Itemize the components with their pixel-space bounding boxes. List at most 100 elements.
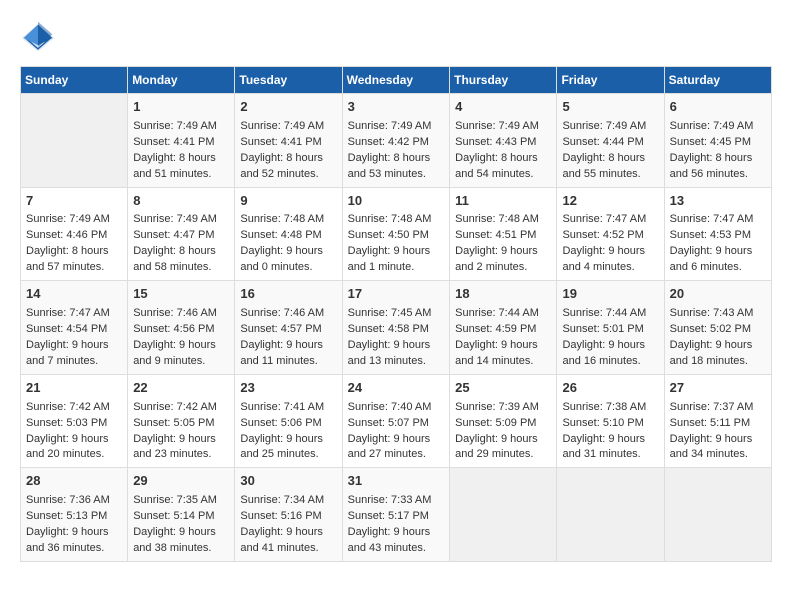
calendar-day-cell: 17Sunrise: 7:45 AMSunset: 4:58 PMDayligh… <box>342 281 450 375</box>
page-header <box>20 20 772 56</box>
sunset-text: Sunset: 4:54 PM <box>26 322 122 338</box>
day-of-week-header: Thursday <box>450 67 557 94</box>
daylight-text: Daylight: 9 hours and 23 minutes. <box>133 432 229 464</box>
calendar-day-cell: 22Sunrise: 7:42 AMSunset: 5:05 PMDayligh… <box>128 374 235 468</box>
day-number: 19 <box>562 285 658 304</box>
daylight-text: Daylight: 9 hours and 9 minutes. <box>133 338 229 370</box>
calendar-week-row: 21Sunrise: 7:42 AMSunset: 5:03 PMDayligh… <box>21 374 772 468</box>
sunset-text: Sunset: 5:11 PM <box>670 416 766 432</box>
day-number: 24 <box>348 379 445 398</box>
calendar-day-cell: 24 Sunrise: 7:40 AMSunset: 5:07 PMDayligh… <box>342 374 450 468</box>
daylight-text: Daylight: 9 hours and 16 minutes. <box>562 338 658 370</box>
day-number: 20 <box>670 285 766 304</box>
sunrise-text: Sunrise: 7:40 AM <box>348 400 445 416</box>
sunset-text: Sunset: 5:17 PM <box>348 509 445 525</box>
calendar-day-cell <box>664 468 771 562</box>
day-of-week-header: Wednesday <box>342 67 450 94</box>
calendar-day-cell: 28Sunrise: 7:36 AMSunset: 5:13 PMDayligh… <box>21 468 128 562</box>
daylight-text: Daylight: 9 hours and 11 minutes. <box>240 338 336 370</box>
sunrise-text: Sunrise: 7:43 AM <box>670 306 766 322</box>
daylight-text: Daylight: 9 hours and 13 minutes. <box>348 338 445 370</box>
sunrise-text: Sunrise: 7:42 AM <box>133 400 229 416</box>
calendar-day-cell: 19Sunrise: 7:44 AMSunset: 5:01 PMDayligh… <box>557 281 664 375</box>
sunset-text: Sunset: 4:59 PM <box>455 322 551 338</box>
daylight-text: Daylight: 9 hours and 38 minutes. <box>133 525 229 557</box>
calendar-week-row: 14 Sunrise: 7:47 AMSunset: 4:54 PM Dayligh… <box>21 281 772 375</box>
sunrise-text: Sunrise: 7:44 AM <box>455 306 551 322</box>
daylight-text: Daylight: 9 hours and 1 minute. <box>348 244 445 276</box>
calendar-header-row: SundayMondayTuesdayWednesdayThursdayFrid… <box>21 67 772 94</box>
sunset-text: Sunset: 5:16 PM <box>240 509 336 525</box>
day-number: 21 <box>26 379 122 398</box>
calendar-day-cell: 26Sunrise: 7:38 AMSunset: 5:10 PMDayligh… <box>557 374 664 468</box>
day-number: 31 <box>348 472 445 491</box>
sunset-text: Sunset: 5:07 PM <box>348 416 445 432</box>
day-number: 12 <box>562 192 658 211</box>
day-of-week-header: Friday <box>557 67 664 94</box>
sunrise-text: Sunrise: 7:49 AM <box>348 119 445 135</box>
day-number: 22 <box>133 379 229 398</box>
sunrise-text: Sunrise: 7:45 AM <box>348 306 445 322</box>
calendar-day-cell: 14Sunrise: 7:47 AMSunset: 4:54 PMDayligh… <box>21 281 128 375</box>
sunset-text: Sunset: 5:13 PM <box>26 509 122 525</box>
calendar-day-cell: 3Sunrise: 7:49 AMSunset: 4:42 PMDaylight… <box>342 94 450 188</box>
day-number: 14 <box>26 285 122 304</box>
calendar-day-cell: 13Sunrise: 7:47 AMSunset: 4:53 PMDayligh… <box>664 187 771 281</box>
calendar-day-cell: 4Sunrise: 7:49 AMSunset: 4:43 PMDaylight… <box>450 94 557 188</box>
sunset-text: Sunset: 5:10 PM <box>562 416 658 432</box>
day-number: 16 <box>240 285 336 304</box>
logo <box>20 20 62 56</box>
sunrise-text: Sunrise: 7:36 AM <box>26 493 122 509</box>
calendar-day-cell: 10Sunrise: 7:48 AMSunset: 4:50 PMDayligh… <box>342 187 450 281</box>
day-number: 13 <box>670 192 766 211</box>
calendar-day-cell: 12Sunrise: 7:47 AMSunset: 4:52 PMDayligh… <box>557 187 664 281</box>
calendar-day-cell: 16Sunrise: 7:46 AMSunset: 4:57 PMDayligh… <box>235 281 342 375</box>
day-number: 2 <box>240 98 336 117</box>
calendar-day-cell: 5Sunrise: 7:49 AMSunset: 4:44 PMDaylight… <box>557 94 664 188</box>
calendar-day-cell: 21Sunrise: 7:42 AMSunset: 5:03 PMDayligh… <box>21 374 128 468</box>
day-number: 30 <box>240 472 336 491</box>
sunrise-text: Sunrise: 7:47 AM <box>562 212 658 228</box>
calendar-day-cell: 30Sunrise: 7:34 AMSunset: 5:16 PMDayligh… <box>235 468 342 562</box>
daylight-text: Daylight: 9 hours and 20 minutes. <box>26 432 122 464</box>
calendar-day-cell: 27Sunrise: 7:37 AMSunset: 5:11 PMDayligh… <box>664 374 771 468</box>
day-number: 1 <box>133 98 229 117</box>
daylight-text: Daylight: 9 hours and 27 minutes. <box>348 432 445 464</box>
day-of-week-header: Sunday <box>21 67 128 94</box>
calendar-day-cell: 15Sunrise: 7:46 AMSunset: 4:56 PMDayligh… <box>128 281 235 375</box>
sunrise-text: Sunrise: 7:49 AM <box>670 119 766 135</box>
day-number: 28 <box>26 472 122 491</box>
sunrise-text: Sunrise: 7:48 AM <box>348 212 445 228</box>
day-number: 17 <box>348 285 445 304</box>
sunrise-text: Sunrise: 7:39 AM <box>455 400 551 416</box>
day-number: 9 <box>240 192 336 211</box>
day-number: 11 <box>455 192 551 211</box>
day-number: 10 <box>348 192 445 211</box>
calendar-day-cell: 29Sunrise: 7:35 AMSunset: 5:14 PMDayligh… <box>128 468 235 562</box>
day-number: 7 <box>26 192 122 211</box>
calendar-day-cell: 2Sunrise: 7:49 AMSunset: 4:41 PMDaylight… <box>235 94 342 188</box>
daylight-text: Daylight: 8 hours and 53 minutes. <box>348 151 445 183</box>
sunset-text: Sunset: 5:06 PM <box>240 416 336 432</box>
calendar-day-cell: 20Sunrise: 7:43 AMSunset: 5:02 PMDayligh… <box>664 281 771 375</box>
calendar-day-cell <box>450 468 557 562</box>
sunset-text: Sunset: 5:03 PM <box>26 416 122 432</box>
sunset-text: Sunset: 4:56 PM <box>133 322 229 338</box>
day-number: 3 <box>348 98 445 117</box>
daylight-text: Daylight: 9 hours and 0 minutes. <box>240 244 336 276</box>
sunrise-text: Sunrise: 7:49 AM <box>133 119 229 135</box>
calendar-day-cell: 7Sunrise: 7:49 AMSunset: 4:46 PMDaylight… <box>21 187 128 281</box>
calendar-week-row: 7Sunrise: 7:49 AMSunset: 4:46 PMDaylight… <box>21 187 772 281</box>
sunrise-text: Sunrise: 7:47 AM <box>26 306 122 322</box>
sunset-text: Sunset: 4:51 PM <box>455 228 551 244</box>
daylight-text: Daylight: 8 hours and 51 minutes. <box>133 151 229 183</box>
calendar-table: SundayMondayTuesdayWednesdayThursdayFrid… <box>20 66 772 562</box>
sunset-text: Sunset: 4:47 PM <box>133 228 229 244</box>
day-number: 27 <box>670 379 766 398</box>
sunrise-text: Sunrise: 7:47 AM <box>670 212 766 228</box>
sunrise-text: Sunrise: 7:49 AM <box>240 119 336 135</box>
sunrise-text: Sunrise: 7:48 AM <box>240 212 336 228</box>
daylight-text: Daylight: 9 hours and 29 minutes. <box>455 432 551 464</box>
sunrise-text: Sunrise: 7:34 AM <box>240 493 336 509</box>
daylight-text: Daylight: 9 hours and 14 minutes. <box>455 338 551 370</box>
